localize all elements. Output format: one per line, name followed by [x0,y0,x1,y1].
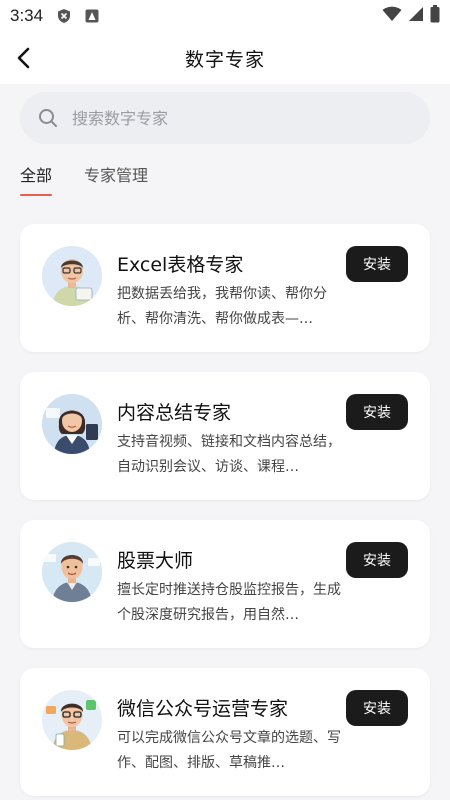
search-input[interactable] [72,108,392,128]
expert-name: Excel表格专家 [117,254,244,276]
status-indicators [382,5,440,27]
expert-description: 可以完成微信公众号文章的选题、写作、配图、排版、草稿推… [117,730,341,771]
expert-card-excel[interactable]: Excel表格专家 把数据丢给我，我帮你读、帮你分析、帮你清洗、帮你做成表—… … [20,224,430,352]
app-notification-icon [83,7,101,25]
expert-name: 微信公众号运营专家 [117,698,289,720]
install-button[interactable]: 安装 [346,690,408,726]
status-time: 3:34 [10,6,44,25]
battery-icon [430,5,440,27]
tab-bar: 全部 专家管理 [20,158,148,198]
install-button[interactable]: 安装 [346,246,408,282]
expert-card-wechat-operations[interactable]: 微信公众号运营专家 可以完成微信公众号文章的选题、写作、配图、排版、草稿推… 安… [20,668,430,796]
content-summary-expert-avatar [42,394,102,454]
excel-expert-avatar [42,246,102,306]
install-button[interactable]: 安装 [346,542,408,578]
chevron-left-icon [17,47,30,69]
nav-bar: 数字专家 [0,32,450,84]
tab-all[interactable]: 全部 [20,158,53,198]
expert-description: 支持音视频、链接和文档内容总结，自动识别会议、访谈、课程… [117,434,341,475]
expert-card-stock-master[interactable]: 股票大师 擅长定时推送持仓股监控报告，生成个股深度研究报告，用自然… 安装 [20,520,430,648]
stock-master-avatar [42,542,102,602]
search-bar[interactable] [20,92,430,144]
search-icon [39,109,57,127]
tab-expert-management[interactable]: 专家管理 [84,158,148,198]
install-button[interactable]: 安装 [346,394,408,430]
expert-card-content-summary[interactable]: 内容总结专家 支持音视频、链接和文档内容总结，自动识别会议、访谈、课程… 安装 [20,372,430,500]
expert-name: 股票大师 [117,550,194,572]
page-title: 数字专家 [184,48,265,71]
wifi-icon [382,6,402,26]
signal-icon [408,6,424,26]
expert-name: 内容总结专家 [117,402,232,424]
wechat-expert-avatar [42,690,102,750]
shield-icon [55,7,73,25]
back-button[interactable] [10,44,38,72]
expert-description: 把数据丢给我，我帮你读、帮你分析、帮你清洗、帮你做成表—… [117,286,327,327]
status-bar: 3:34 [0,0,450,32]
expert-description: 擅长定时推送持仓股监控报告，生成个股深度研究报告，用自然… [117,582,341,623]
